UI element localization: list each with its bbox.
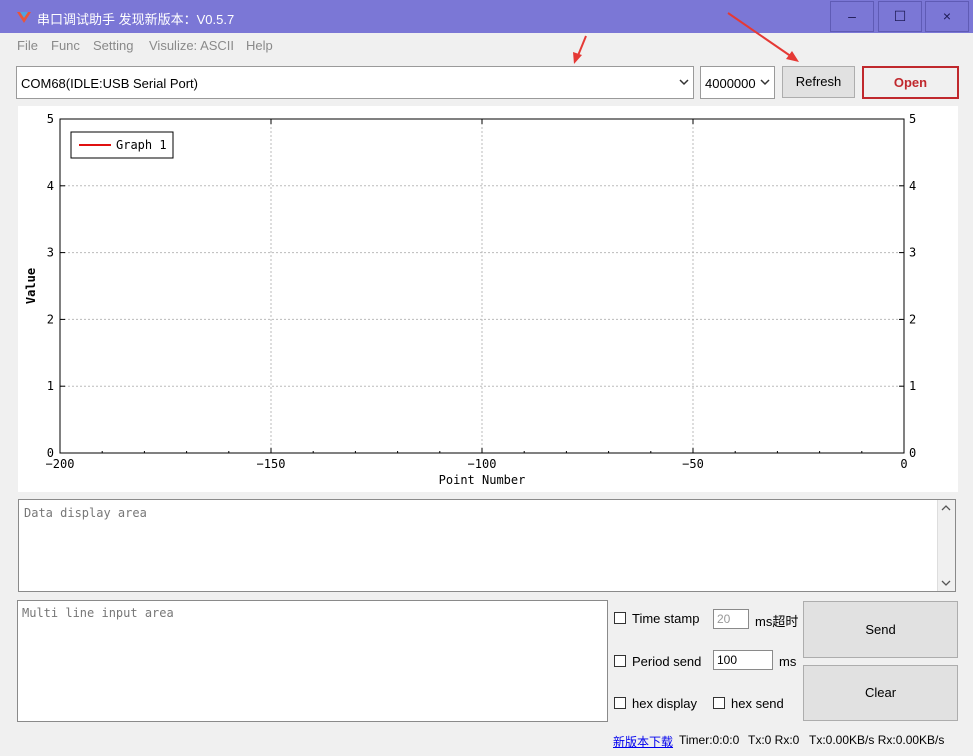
annotation-arrow-port bbox=[573, 35, 587, 64]
annotation-arrows bbox=[573, 12, 799, 64]
annotation-arrow-refresh bbox=[727, 12, 799, 62]
